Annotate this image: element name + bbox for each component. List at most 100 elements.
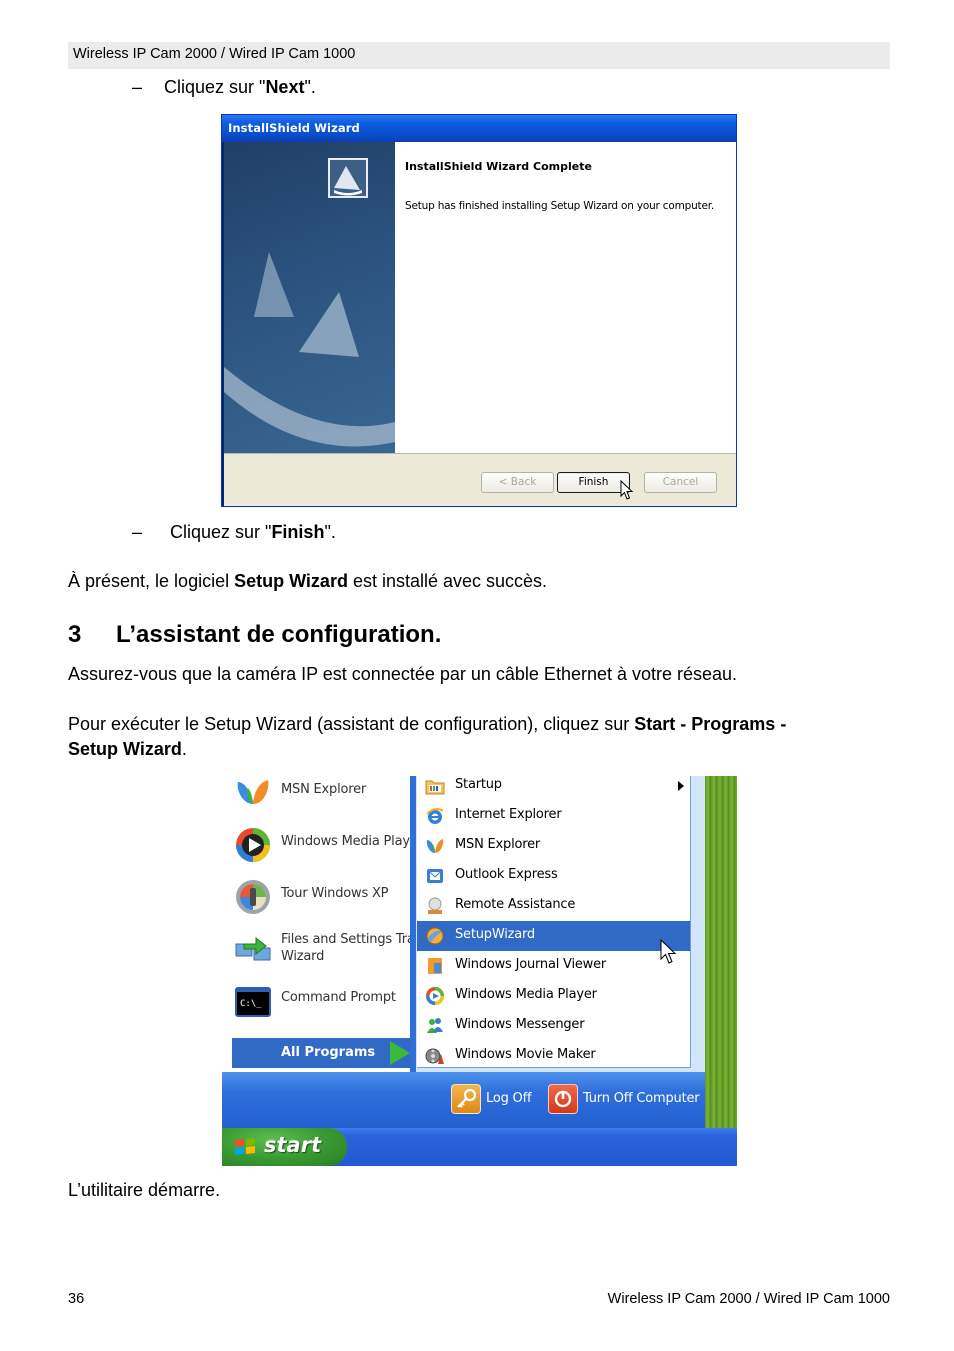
item-label: Outlook Express xyxy=(455,867,558,882)
msn-butterfly-icon xyxy=(426,839,444,853)
bold-text: Start - Programs - xyxy=(634,714,787,734)
text: . xyxy=(181,739,187,759)
installshield-button-bar: < Back Finish Cancel xyxy=(224,453,736,506)
step-click-next: – Cliquez sur "Next". xyxy=(132,76,316,98)
item-label-line2: Wizard xyxy=(281,949,325,964)
bold-text: Setup Wizard xyxy=(68,739,182,759)
power-icon xyxy=(548,1084,578,1114)
section-heading: 3 L’assistant de configuration. xyxy=(68,620,441,650)
all-programs-button[interactable]: All Programs xyxy=(232,1038,412,1068)
key-icon xyxy=(451,1084,481,1114)
movie-maker-icon xyxy=(425,1048,444,1064)
item-label: SetupWizard xyxy=(455,927,535,942)
svg-text:C:\_: C:\_ xyxy=(240,999,262,1009)
command-prompt-icon: C:\_ xyxy=(235,987,271,1017)
pinned-item-msn-explorer[interactable]: MSN Explorer xyxy=(232,776,417,814)
program-item-outlook-express[interactable]: Outlook Express xyxy=(417,861,690,891)
item-label: Windows Messenger xyxy=(455,1017,585,1032)
item-label: MSN Explorer xyxy=(281,782,367,797)
cancel-button[interactable]: Cancel xyxy=(644,472,717,493)
step-suffix: ". xyxy=(324,522,336,542)
item-label: Windows Journal Viewer xyxy=(455,957,607,972)
media-player-icon xyxy=(236,828,270,862)
setup-wizard-icon xyxy=(426,927,444,945)
program-item-remote-assistance[interactable]: Remote Assistance xyxy=(417,891,690,921)
messenger-icon xyxy=(427,1018,443,1033)
page-number: 36 xyxy=(68,1291,85,1307)
paragraph-run: Pour exécuter le Setup Wizard (assistant… xyxy=(68,713,786,735)
start-label: start xyxy=(264,1133,322,1157)
program-item-windows-journal-viewer[interactable]: Windows Journal Viewer xyxy=(417,951,690,981)
page-header-title: Wireless IP Cam 2000 / Wired IP Cam 1000 xyxy=(73,46,356,62)
item-label: Remote Assistance xyxy=(455,897,576,912)
wizard-heading: InstallShield Wizard Complete xyxy=(405,160,592,173)
paragraph-run-line2: Setup Wizard. xyxy=(68,738,187,760)
item-label: Windows Media Player xyxy=(281,834,423,849)
sail-graphic-icon xyxy=(224,252,395,447)
step-text: Cliquez sur " xyxy=(164,77,266,97)
submenu-arrow-icon xyxy=(678,781,684,791)
window-title: InstallShield Wizard xyxy=(228,121,360,135)
item-label: MSN Explorer xyxy=(455,837,541,852)
internet-explorer-icon xyxy=(426,808,444,824)
start-button[interactable]: start xyxy=(222,1128,347,1166)
back-button[interactable]: < Back xyxy=(481,472,554,493)
program-item-setupwizard[interactable]: SetupWizard xyxy=(417,921,690,951)
text: À présent, le logiciel xyxy=(68,571,235,591)
log-off-label: Log Off xyxy=(486,1091,532,1106)
item-label: Startup xyxy=(455,777,502,792)
step-bold: Next xyxy=(265,77,305,97)
bullet-dash: – xyxy=(132,522,143,542)
start-menu-footer: Log Off Turn Off Computer xyxy=(222,1072,705,1128)
program-item-internet-explorer[interactable]: Internet Explorer xyxy=(417,801,690,831)
start-menu-pinned-panel xyxy=(222,776,417,1072)
section-title: L’assistant de configuration. xyxy=(116,621,442,648)
paragraph-utility-starts: L’utilitaire démarre. xyxy=(68,1180,221,1200)
all-programs-menu: Startup Internet Explorer MSN Explorer O… xyxy=(417,776,691,1068)
bold-text: Setup Wizard xyxy=(234,571,348,591)
program-item-windows-movie-maker[interactable]: Windows Movie Maker xyxy=(417,1041,690,1071)
step-suffix: ". xyxy=(304,77,316,97)
installshield-content: InstallShield Wizard Complete Setup has … xyxy=(395,142,736,453)
all-programs-label: All Programs xyxy=(281,1045,376,1060)
step-bold: Finish xyxy=(271,522,325,542)
paragraph-installed: À présent, le logiciel Setup Wizard est … xyxy=(68,570,547,592)
wizard-message: Setup has finished installing Setup Wiza… xyxy=(405,200,714,212)
windows-logo-icon xyxy=(235,1138,255,1155)
submenu-border xyxy=(410,776,416,1072)
files-transfer-icon xyxy=(235,936,271,961)
program-item-windows-messenger[interactable]: Windows Messenger xyxy=(417,1011,690,1041)
journal-viewer-icon xyxy=(428,958,442,974)
outlook-express-icon xyxy=(427,869,443,883)
bullet-dash: – xyxy=(132,77,143,97)
text: est installé avec succès. xyxy=(347,571,548,591)
pinned-item-command-prompt[interactable]: C:\_ Command Prompt xyxy=(232,978,417,1022)
remote-assistance-icon xyxy=(428,897,442,914)
green-arrow-icon xyxy=(390,1041,410,1065)
desktop-background xyxy=(705,776,737,1128)
startup-folder-icon xyxy=(425,780,445,795)
installshield-title-bar: InstallShield Wizard xyxy=(222,115,736,142)
pinned-item-files-settings-transfer[interactable]: Files and Settings Transfer Wizard xyxy=(232,926,447,970)
text: Pour exécuter le Setup Wizard (assistant… xyxy=(68,714,635,734)
step-click-finish: – Cliquez sur "Finish". xyxy=(132,521,336,543)
item-label: Windows Movie Maker xyxy=(455,1047,596,1062)
pinned-item-windows-media-player[interactable]: Windows Media Player xyxy=(232,822,423,866)
item-label: Internet Explorer xyxy=(455,807,562,822)
installshield-side-banner xyxy=(224,142,395,453)
mouse-pointer-icon xyxy=(660,939,677,964)
section-number: 3 xyxy=(68,621,82,648)
item-label: Command Prompt xyxy=(281,990,396,1005)
installshield-logo-icon xyxy=(328,158,368,198)
installshield-window: InstallShield Wizard InstallShield Wizar… xyxy=(221,114,737,507)
item-label: Tour Windows XP xyxy=(281,886,389,901)
media-player-icon xyxy=(426,987,444,1005)
program-item-startup[interactable]: Startup xyxy=(417,776,690,801)
program-item-windows-media-player[interactable]: Windows Media Player xyxy=(417,981,690,1011)
item-label: Windows Media Player xyxy=(455,987,597,1002)
paragraph-connect: Assurez-vous que la caméra IP est connec… xyxy=(68,664,738,684)
page-footer-title: Wireless IP Cam 2000 / Wired IP Cam 1000 xyxy=(607,1291,890,1307)
pinned-item-tour-windows-xp[interactable]: Tour Windows XP xyxy=(232,874,417,918)
turn-off-label: Turn Off Computer xyxy=(583,1091,700,1106)
program-item-msn-explorer[interactable]: MSN Explorer xyxy=(417,831,690,861)
